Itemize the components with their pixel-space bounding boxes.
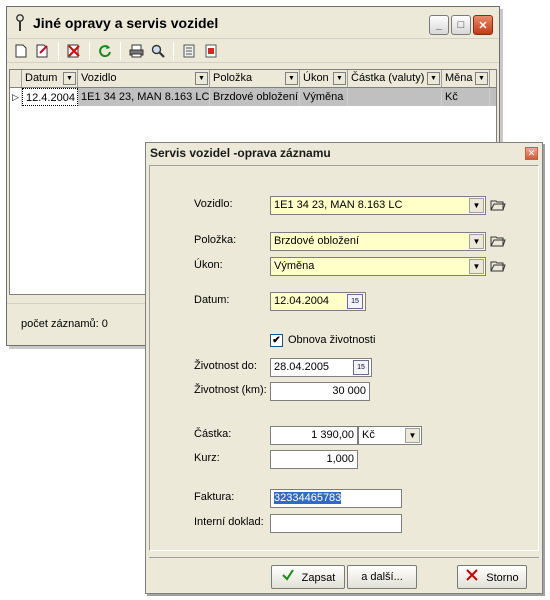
column-header-polozka[interactable]: Položka ▼ bbox=[210, 70, 300, 87]
grid-header: Datum ▼ Vozidlo ▼ Položka ▼ Úkon ▼ Částka (v… bbox=[10, 70, 496, 88]
cell-mena[interactable]: Kč bbox=[442, 88, 490, 106]
cell-vozidlo[interactable]: 1E1 34 23, MAN 8.163 LC bbox=[78, 88, 210, 106]
search-icon[interactable] bbox=[148, 41, 168, 61]
record-count: počet záznamů: 0 bbox=[21, 318, 108, 330]
kurz-field[interactable]: 1,000 bbox=[270, 450, 358, 469]
grid-indicator-header bbox=[10, 70, 22, 87]
cell-ukon[interactable]: Výměna bbox=[300, 88, 348, 106]
label-ukon: Úkon: bbox=[194, 259, 223, 271]
report-icon[interactable] bbox=[201, 41, 221, 61]
vozidlo-select[interactable]: 1E1 34 23, MAN 8.163 LC ▼ bbox=[270, 196, 486, 215]
cell-polozka[interactable]: Brzdové obložení bbox=[210, 88, 300, 106]
folder-open-icon[interactable] bbox=[490, 260, 506, 272]
toolbar-separator bbox=[58, 41, 59, 60]
zivotnost-km-field[interactable]: 30 000 bbox=[270, 382, 370, 401]
column-header-ukon[interactable]: Úkon ▼ bbox=[300, 70, 348, 87]
chevron-down-icon[interactable]: ▼ bbox=[469, 259, 484, 274]
label-datum: Datum: bbox=[194, 294, 230, 306]
storno-button[interactable]: Storno bbox=[457, 565, 527, 589]
folder-open-icon[interactable] bbox=[490, 235, 506, 247]
folder-open-icon[interactable] bbox=[490, 199, 506, 211]
dialog-close-button[interactable]: ✕ bbox=[525, 147, 538, 160]
zapsat-button[interactable]: Zapsat bbox=[271, 565, 345, 589]
main-titlebar[interactable]: Jiné opravy a servis vozidel _ □ ✕ bbox=[7, 7, 499, 39]
polozka-select[interactable]: Brzdové obložení ▼ bbox=[270, 232, 486, 251]
dialog-body: Vozidlo: 1E1 34 23, MAN 8.163 LC ▼ Polož… bbox=[149, 165, 539, 551]
label-faktura: Faktura: bbox=[194, 491, 235, 503]
chevron-down-icon[interactable]: ▼ bbox=[195, 72, 208, 85]
calendar-icon[interactable]: 15 bbox=[347, 294, 363, 309]
datum-field[interactable]: 12.04.2004 15 bbox=[270, 292, 366, 311]
chevron-down-icon[interactable]: ▼ bbox=[427, 72, 440, 85]
label-kurz: Kurz: bbox=[194, 452, 220, 464]
zivotnost-do-field[interactable]: 28.04.2005 15 bbox=[270, 358, 372, 377]
toolbar-separator bbox=[120, 41, 121, 60]
obnova-checkbox[interactable]: ✔ bbox=[270, 334, 283, 347]
calendar-icon[interactable]: 15 bbox=[353, 360, 369, 375]
column-header-castka[interactable]: Částka (valuty) ▼ bbox=[348, 70, 442, 87]
close-button[interactable]: ✕ bbox=[473, 15, 493, 35]
main-title: Jiné opravy a servis vozidel bbox=[33, 14, 219, 31]
storno-label: Storno bbox=[486, 572, 519, 584]
mena-select[interactable]: Kč ▼ bbox=[358, 426, 422, 445]
toolbar-separator bbox=[173, 41, 174, 60]
maximize-button[interactable]: □ bbox=[451, 15, 471, 35]
label-polozka: Položka: bbox=[194, 234, 237, 246]
checkmark-icon bbox=[281, 569, 299, 585]
toolbar-separator bbox=[89, 41, 90, 60]
new-document-icon[interactable] bbox=[11, 41, 31, 61]
chevron-down-icon[interactable]: ▼ bbox=[63, 72, 76, 85]
faktura-field[interactable]: 32334465783 bbox=[270, 489, 402, 508]
main-toolbar bbox=[7, 39, 499, 63]
label-obnova: Obnova životnosti bbox=[288, 334, 376, 346]
castka-field[interactable]: 1 390,00 bbox=[270, 426, 358, 445]
cell-datum[interactable]: 12.4.2004 bbox=[22, 88, 78, 106]
cross-icon bbox=[465, 569, 483, 585]
edit-dialog: Servis vozidel -oprava záznamu ✕ Vozidlo… bbox=[145, 142, 543, 594]
faktura-value: 32334465783 bbox=[274, 492, 342, 504]
chevron-down-icon[interactable]: ▼ bbox=[469, 234, 484, 249]
chevron-down-icon[interactable]: ▼ bbox=[285, 72, 298, 85]
minimize-button[interactable]: _ bbox=[429, 15, 449, 35]
ukon-select[interactable]: Výměna ▼ bbox=[270, 257, 486, 276]
delete-icon[interactable] bbox=[64, 41, 84, 61]
cell-castka[interactable] bbox=[348, 88, 442, 106]
list-icon[interactable] bbox=[179, 41, 199, 61]
table-row[interactable]: ▷ 12.4.2004 1E1 34 23, MAN 8.163 LC Brzd… bbox=[10, 88, 496, 106]
label-castka: Částka: bbox=[194, 428, 232, 440]
interni-doklad-field[interactable] bbox=[270, 514, 402, 533]
column-header-vozidlo[interactable]: Vozidlo ▼ bbox=[78, 70, 210, 87]
label-vozidlo: Vozidlo: bbox=[194, 198, 233, 210]
chevron-down-icon[interactable]: ▼ bbox=[469, 198, 484, 213]
label-zivotnost-do: Životnost do: bbox=[194, 360, 257, 372]
dialog-button-bar: Zapsat a další... Storno bbox=[149, 557, 539, 591]
a-dalsi-button[interactable]: a další... bbox=[347, 565, 417, 589]
chevron-down-icon[interactable]: ▼ bbox=[475, 72, 488, 85]
label-zivotnost-km: Životnost (km): bbox=[194, 384, 267, 396]
chevron-down-icon[interactable]: ▼ bbox=[405, 428, 420, 443]
column-header-mena[interactable]: Měna ▼ bbox=[442, 70, 490, 87]
column-header-datum[interactable]: Datum ▼ bbox=[22, 70, 78, 87]
print-icon[interactable] bbox=[126, 41, 146, 61]
refresh-icon[interactable] bbox=[95, 41, 115, 61]
label-interni: Interní doklad: bbox=[194, 516, 264, 528]
row-indicator-icon: ▷ bbox=[10, 88, 22, 106]
dialog-title: Servis vozidel -oprava záznamu bbox=[150, 146, 331, 160]
dialog-titlebar[interactable]: Servis vozidel -oprava záznamu bbox=[146, 143, 542, 163]
edit-document-icon[interactable] bbox=[33, 41, 53, 61]
chevron-down-icon[interactable]: ▼ bbox=[333, 72, 346, 85]
wrench-icon bbox=[16, 13, 24, 31]
zapsat-label: Zapsat bbox=[301, 572, 336, 584]
